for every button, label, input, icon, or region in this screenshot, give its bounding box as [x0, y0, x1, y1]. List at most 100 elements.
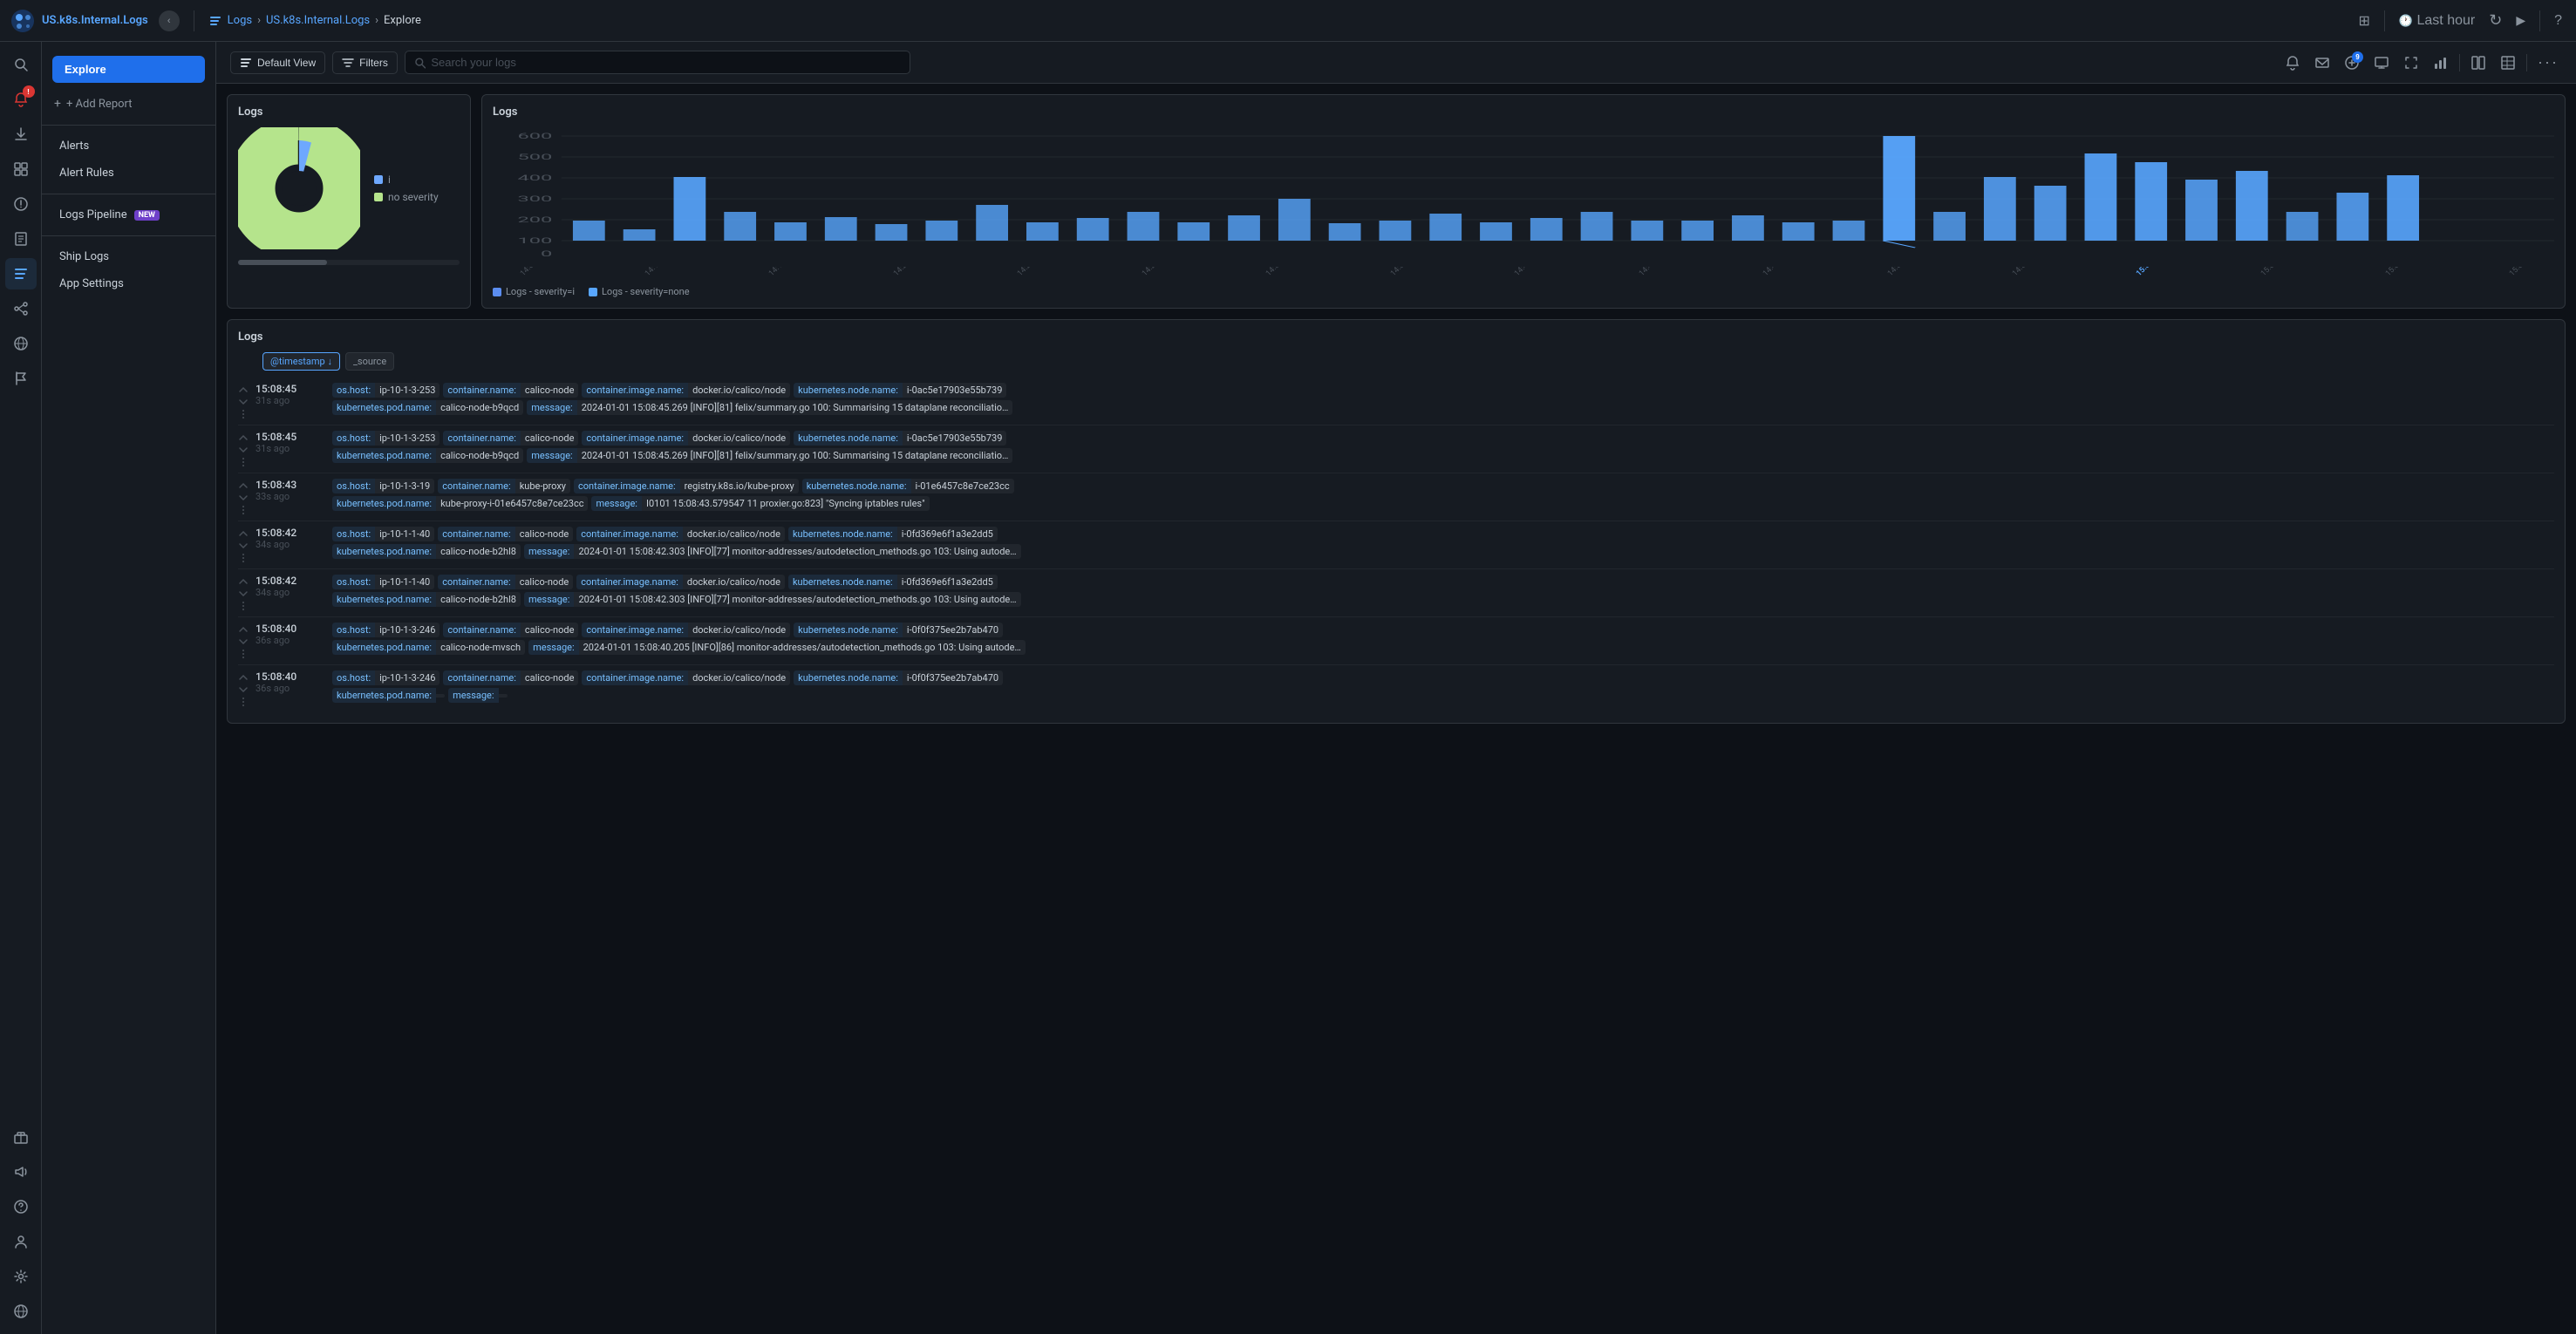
sidebar-item-team[interactable] [5, 1226, 37, 1257]
log-field[interactable]: kubernetes.node.name:i-0f0f375ee2b7ab470 [794, 670, 1003, 685]
log-field[interactable]: container.name:calico-node [443, 670, 578, 685]
sidebar-item-search[interactable] [5, 49, 37, 80]
log-expand-controls[interactable] [238, 670, 249, 707]
layout-table-button[interactable] [2497, 51, 2519, 74]
log-field[interactable]: os.host:ip-10-1-3-246 [332, 670, 440, 685]
play-button[interactable]: ▶ [2512, 10, 2529, 31]
log-field[interactable]: message:2024-01-01 15:08:42.303 [INFO][7… [524, 592, 1021, 607]
nav-item-ship-logs[interactable]: Ship Logs [47, 244, 210, 269]
log-field[interactable]: container.image.name:registry.k8s.io/kub… [574, 479, 799, 493]
nav-item-alerts[interactable]: Alerts [47, 133, 210, 159]
default-view-button[interactable]: Default View [230, 51, 325, 74]
log-field[interactable]: message:2024-01-01 15:08:40.205 [INFO][8… [528, 640, 1026, 655]
log-field[interactable]: container.name:calico-node [443, 431, 578, 446]
status-page-button[interactable]: 9 [2341, 51, 2363, 74]
log-field[interactable]: message:I0101 15:08:43.579547 11 proxier… [591, 496, 929, 511]
last-hour-button[interactable]: 🕐 Last hour [2395, 10, 2478, 32]
log-field[interactable]: kubernetes.node.name:i-0f0f375ee2b7ab470 [794, 623, 1003, 637]
chevron-up-icon[interactable] [238, 385, 249, 395]
sidebar-item-globe[interactable] [5, 1296, 37, 1327]
log-field[interactable]: os.host:ip-10-1-3-253 [332, 383, 440, 398]
sidebar-item-logs[interactable] [5, 258, 37, 289]
refresh-button[interactable]: ↻ [2485, 8, 2505, 33]
monitor-button[interactable] [2370, 51, 2393, 74]
filters-button[interactable]: Filters [332, 51, 398, 74]
log-expand-controls[interactable] [238, 623, 249, 659]
log-expand-controls[interactable] [238, 479, 249, 515]
log-field[interactable]: kubernetes.pod.name:calico-node-b9qcd [332, 400, 523, 415]
help-button[interactable]: ? [2551, 10, 2566, 32]
brand-name[interactable]: US.k8s.Internal.Logs [42, 14, 148, 27]
layout-split-button[interactable] [2467, 51, 2490, 74]
sidebar-item-alerts[interactable]: ! [5, 84, 37, 115]
chevron-down-icon[interactable] [238, 589, 249, 599]
sidebar-item-gifts[interactable] [5, 1121, 37, 1153]
chevron-up-icon[interactable] [238, 624, 249, 635]
breadcrumb-source[interactable]: US.k8s.Internal.Logs [266, 14, 370, 27]
log-field[interactable]: os.host:ip-10-1-3-253 [332, 431, 440, 446]
sidebar-item-announce[interactable] [5, 1156, 37, 1188]
notification-button[interactable] [2281, 51, 2304, 74]
log-field[interactable]: container.image.name:docker.io/calico/no… [582, 670, 790, 685]
log-field[interactable]: container.image.name:docker.io/calico/no… [582, 431, 790, 446]
sidebar-item-incidents[interactable] [5, 188, 37, 220]
log-field[interactable]: message:2024-01-01 15:08:42.303 [INFO][7… [524, 544, 1021, 559]
log-field[interactable]: container.name:calico-node [438, 575, 573, 589]
nav-item-logs-pipeline[interactable]: Logs Pipeline NEW [47, 202, 210, 228]
search-input[interactable] [431, 56, 900, 69]
log-field[interactable]: container.image.name:docker.io/calico/no… [582, 623, 790, 637]
chevron-up-icon[interactable] [238, 528, 249, 539]
ellipsis-v-icon[interactable] [238, 457, 249, 467]
nav-item-app-settings[interactable]: App Settings [47, 271, 210, 296]
log-field[interactable]: os.host:ip-10-1-3-246 [332, 623, 440, 637]
sidebar-item-flags[interactable] [5, 363, 37, 394]
source-col-header[interactable]: _source [345, 352, 394, 371]
sidebar-item-reports[interactable] [5, 223, 37, 255]
mail-button[interactable] [2311, 51, 2334, 74]
log-field[interactable]: kubernetes.node.name:i-0fd369e6f1a3e2dd5 [788, 527, 998, 541]
log-field[interactable]: kubernetes.pod.name:calico-node-b2hl8 [332, 544, 521, 559]
log-field[interactable]: os.host:ip-10-1-1-40 [332, 527, 434, 541]
log-field[interactable]: kubernetes.pod.name:kube-proxy-i-01e6457… [332, 496, 588, 511]
timestamp-col-header[interactable]: @timestamp ↓ [262, 352, 340, 371]
chevron-down-icon[interactable] [238, 636, 249, 647]
log-field[interactable]: kubernetes.pod.name: [332, 688, 445, 703]
log-field[interactable]: os.host:ip-10-1-3-19 [332, 479, 434, 493]
add-report-button[interactable]: + + Add Report [42, 90, 215, 118]
log-field[interactable]: kubernetes.node.name:i-0ac5e17903e55b739 [794, 431, 1006, 446]
log-field[interactable]: message: [448, 688, 508, 703]
chevron-up-icon[interactable] [238, 480, 249, 491]
log-field[interactable]: kubernetes.node.name:i-01e6457c8e7ce23cc [802, 479, 1014, 493]
chevron-down-icon[interactable] [238, 445, 249, 455]
chevron-down-icon[interactable] [238, 684, 249, 695]
chevron-up-icon[interactable] [238, 672, 249, 683]
chevron-down-icon[interactable] [238, 541, 249, 551]
log-expand-controls[interactable] [238, 527, 249, 563]
ellipsis-v-icon[interactable] [238, 409, 249, 419]
log-field[interactable]: container.image.name:docker.io/calico/no… [576, 575, 785, 589]
log-field[interactable]: message:2024-01-01 15:08:45.269 [INFO][8… [527, 448, 1012, 463]
breadcrumb-logs[interactable]: Logs [228, 14, 252, 27]
chevron-down-icon[interactable] [238, 493, 249, 503]
nav-item-alert-rules[interactable]: Alert Rules [47, 160, 210, 186]
ellipsis-v-icon[interactable] [238, 601, 249, 611]
log-field[interactable]: container.image.name:docker.io/calico/no… [582, 383, 790, 398]
log-field[interactable]: kubernetes.node.name:i-0ac5e17903e55b739 [794, 383, 1006, 398]
collapse-sidebar-button[interactable]: ‹ [159, 10, 180, 31]
chevron-down-icon[interactable] [238, 397, 249, 407]
log-field[interactable]: kubernetes.pod.name:calico-node-b2hl8 [332, 592, 521, 607]
ellipsis-v-icon[interactable] [238, 505, 249, 515]
log-expand-controls[interactable] [238, 383, 249, 419]
chevron-up-icon[interactable] [238, 576, 249, 587]
log-field[interactable]: container.name:calico-node [438, 527, 573, 541]
sidebar-item-help[interactable] [5, 1191, 37, 1222]
log-field[interactable]: container.name:calico-node [443, 623, 578, 637]
log-expand-controls[interactable] [238, 431, 249, 467]
ellipsis-v-icon[interactable] [238, 697, 249, 707]
ellipsis-v-icon[interactable] [238, 649, 249, 659]
sidebar-item-deploy[interactable] [5, 119, 37, 150]
log-field[interactable]: container.image.name:docker.io/calico/no… [576, 527, 785, 541]
log-field[interactable]: kubernetes.pod.name:calico-node-b9qcd [332, 448, 523, 463]
more-options-button[interactable]: ··· [2534, 50, 2562, 75]
bar-chart-button[interactable] [2429, 51, 2452, 74]
